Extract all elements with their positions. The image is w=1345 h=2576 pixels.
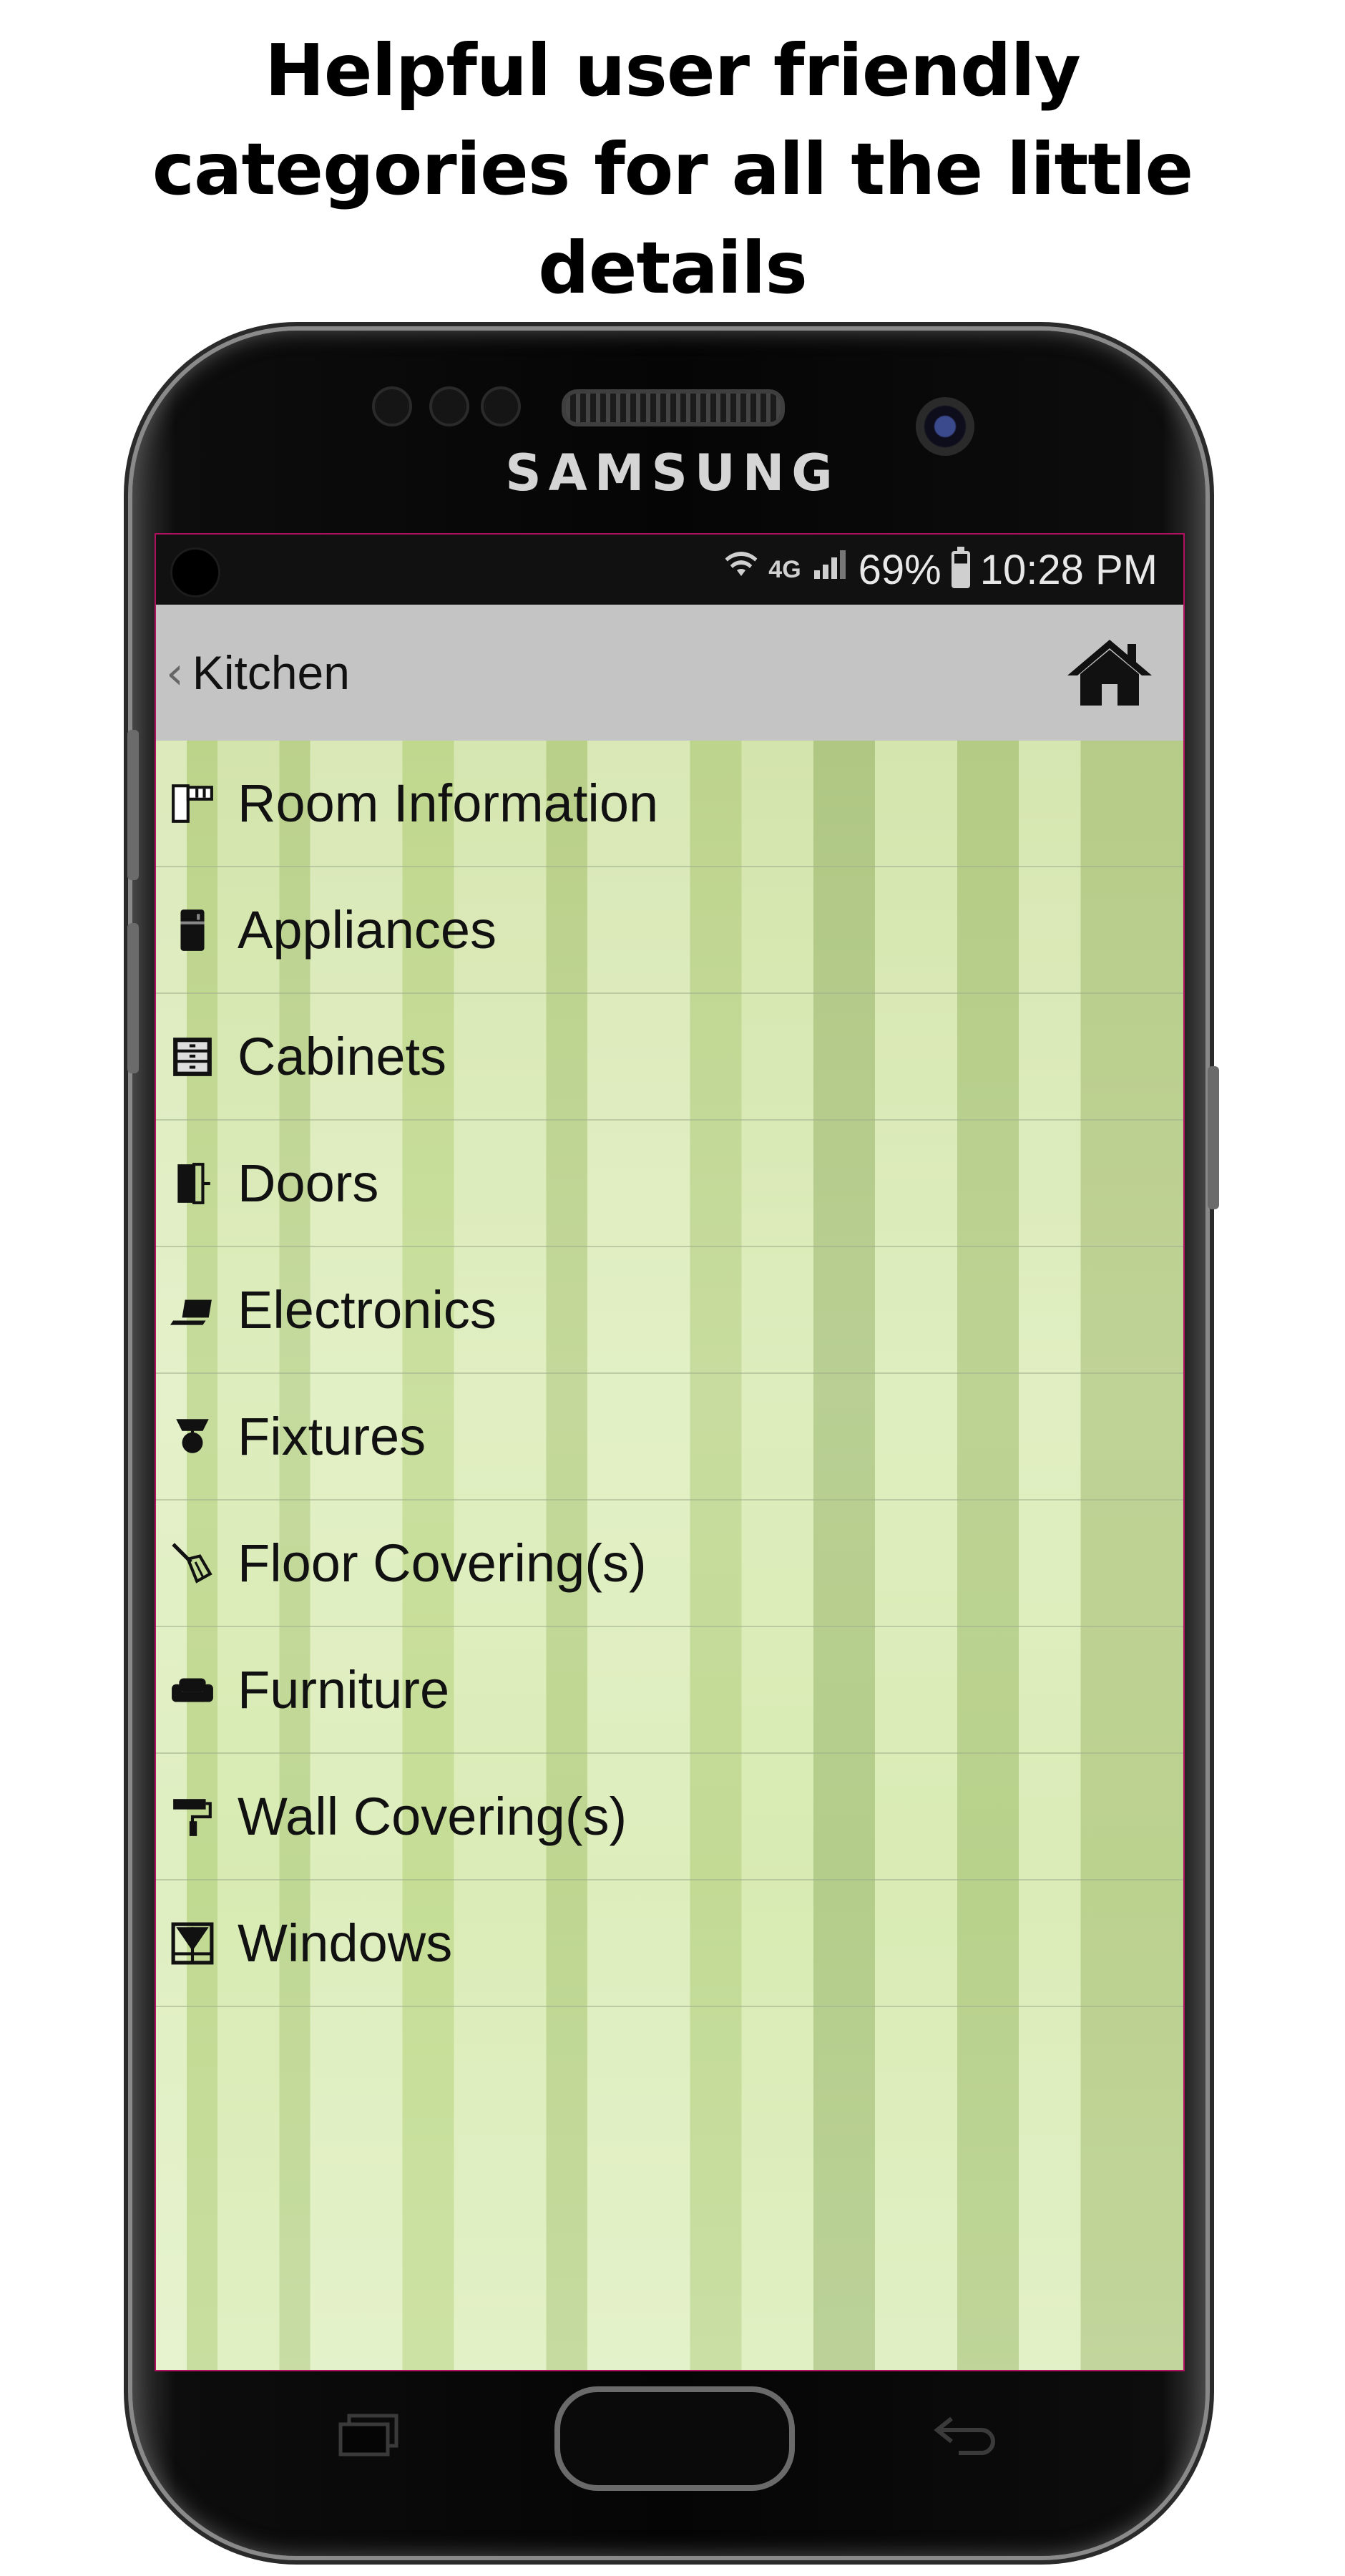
cabinet-icon (169, 1032, 216, 1082)
list-item-floor-coverings[interactable]: Floor Covering(s) (156, 1501, 1183, 1627)
proximity-sensor (372, 386, 412, 426)
paint-roller-icon (169, 1792, 216, 1842)
category-label: Windows (238, 1913, 453, 1973)
status-icons: 4G 69% 10:28 PM (724, 545, 1158, 595)
status-time: 10:28 PM (979, 546, 1158, 593)
chevron-left-icon: ‹ (166, 646, 184, 699)
window-icon (169, 1918, 216, 1968)
headline-line-1: Helpful user friendly (265, 29, 1081, 112)
nav-bar: ‹ Kitchen (156, 605, 1183, 741)
broom-icon (169, 1538, 216, 1589)
battery-icon (951, 547, 970, 588)
category-label: Furniture (238, 1660, 450, 1719)
category-label: Electronics (238, 1280, 497, 1340)
network-type-label: 4G (768, 555, 801, 583)
category-list-container: Room Information Appliances Cabinets Doo… (156, 741, 1183, 2370)
back-button-label: Kitchen (192, 646, 350, 699)
phone-screen: 4G 69% 10:28 PM ‹ Kitchen Room Informati… (155, 533, 1185, 2371)
headline-line-2: categories for all the little (152, 127, 1194, 211)
battery-percent: 69% (858, 546, 942, 593)
category-list: Room Information Appliances Cabinets Doo… (156, 741, 1183, 2007)
status-bar: 4G 69% 10:28 PM (156, 535, 1183, 605)
ir-sensor (481, 386, 521, 426)
category-label: Appliances (238, 900, 497, 960)
home-icon (1067, 640, 1152, 706)
category-label: Room Information (238, 774, 659, 833)
recent-apps-icon (338, 2414, 398, 2457)
list-item-furniture[interactable]: Furniture (156, 1627, 1183, 1754)
earpiece-speaker (562, 389, 785, 426)
refrigerator-icon (169, 905, 216, 955)
back-arrow-icon (934, 2416, 995, 2455)
laptop-icon (169, 1285, 216, 1335)
back-key[interactable] (930, 2404, 1002, 2462)
signal-strength-icon (811, 545, 848, 595)
category-label: Cabinets (238, 1027, 447, 1086)
lamp-icon (169, 1412, 216, 1462)
recent-apps-key[interactable] (336, 2411, 401, 2457)
list-item-windows[interactable]: Windows (156, 1880, 1183, 2007)
category-label: Wall Covering(s) (238, 1787, 627, 1846)
list-item-fixtures[interactable]: Fixtures (156, 1374, 1183, 1501)
status-notification-dot (170, 547, 220, 597)
wifi-icon (724, 545, 758, 595)
device-brand: SAMSUNG (505, 444, 840, 502)
room-information-icon (169, 779, 216, 829)
back-button[interactable]: ‹ Kitchen (166, 633, 350, 712)
door-icon (169, 1158, 216, 1209)
list-item-cabinets[interactable]: Cabinets (156, 994, 1183, 1121)
promo-headline: Helpful user friendly categories for all… (0, 21, 1345, 318)
category-label: Doors (238, 1153, 379, 1213)
volume-down-button (127, 923, 139, 1073)
list-item-doors[interactable]: Doors (156, 1121, 1183, 1247)
physical-home-button[interactable] (554, 2386, 795, 2491)
power-button (1208, 1066, 1219, 1209)
page: Helpful user friendly categories for all… (0, 0, 1345, 2576)
list-item-appliances[interactable]: Appliances (156, 867, 1183, 994)
category-label: Fixtures (238, 1407, 426, 1466)
sofa-icon (169, 1665, 216, 1715)
headline-line-3: details (538, 226, 808, 310)
volume-up-button (127, 730, 139, 880)
home-button[interactable] (1065, 637, 1155, 708)
list-item-room-information[interactable]: Room Information (156, 741, 1183, 867)
list-item-wall-coverings[interactable]: Wall Covering(s) (156, 1754, 1183, 1880)
list-item-electronics[interactable]: Electronics (156, 1247, 1183, 1374)
light-sensor (429, 386, 469, 426)
category-label: Floor Covering(s) (238, 1533, 647, 1593)
